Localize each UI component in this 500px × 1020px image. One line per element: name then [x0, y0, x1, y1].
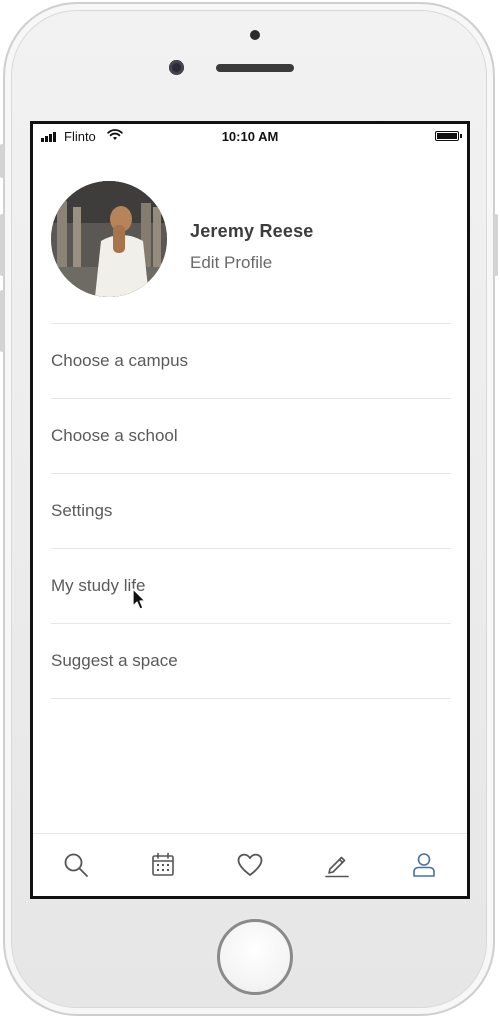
menu-item-settings[interactable]: Settings	[51, 473, 451, 548]
tab-bar	[33, 833, 467, 896]
pencil-icon	[324, 856, 349, 878]
avatar-photo	[51, 181, 167, 297]
menu-item-label: Choose a school	[51, 426, 178, 445]
front-camera	[169, 60, 184, 75]
menu-item-label: Settings	[51, 501, 113, 520]
proximity-sensor	[250, 30, 260, 40]
power-button	[494, 214, 498, 276]
tab-compose[interactable]	[317, 845, 357, 885]
search-icon	[64, 853, 89, 877]
menu-item-label: Choose a campus	[51, 351, 189, 370]
volume-down-button	[0, 290, 4, 352]
tab-search[interactable]	[56, 845, 96, 885]
edit-profile-link[interactable]: Edit Profile	[190, 253, 272, 273]
mouse-cursor-icon	[132, 588, 146, 610]
menu-item-choose-school[interactable]: Choose a school	[51, 398, 451, 473]
menu-item-label: Suggest a space	[51, 651, 178, 670]
menu-item-my-study-life[interactable]: My study life	[51, 548, 451, 623]
menu-item-suggest-space[interactable]: Suggest a space	[51, 623, 451, 699]
tab-favorites[interactable]	[230, 845, 270, 885]
earpiece-speaker	[216, 64, 294, 72]
settings-menu: Choose a campus Choose a school Settings…	[51, 323, 451, 699]
menu-item-choose-campus[interactable]: Choose a campus	[51, 323, 451, 398]
user-name: Jeremy Reese	[190, 221, 314, 241]
tab-calendar[interactable]	[143, 845, 183, 885]
tab-profile[interactable]	[404, 845, 444, 885]
volume-up-button	[0, 214, 4, 276]
user-icon	[412, 853, 435, 877]
silent-switch	[0, 144, 4, 178]
app-screen: Flinto 10:10 AM Jeremy Reese Edit Profil…	[30, 121, 470, 899]
status-time: 10:10 AM	[221, 129, 279, 144]
calendar-icon	[152, 852, 174, 876]
battery-icon	[435, 131, 462, 141]
home-button[interactable]	[217, 919, 293, 995]
profile-header: Jeremy Reese Edit Profile	[51, 181, 451, 301]
avatar[interactable]	[51, 181, 167, 297]
battery-fill	[437, 133, 457, 139]
heart-icon	[237, 853, 263, 876]
status-bar: Flinto 10:10 AM	[33, 124, 467, 148]
